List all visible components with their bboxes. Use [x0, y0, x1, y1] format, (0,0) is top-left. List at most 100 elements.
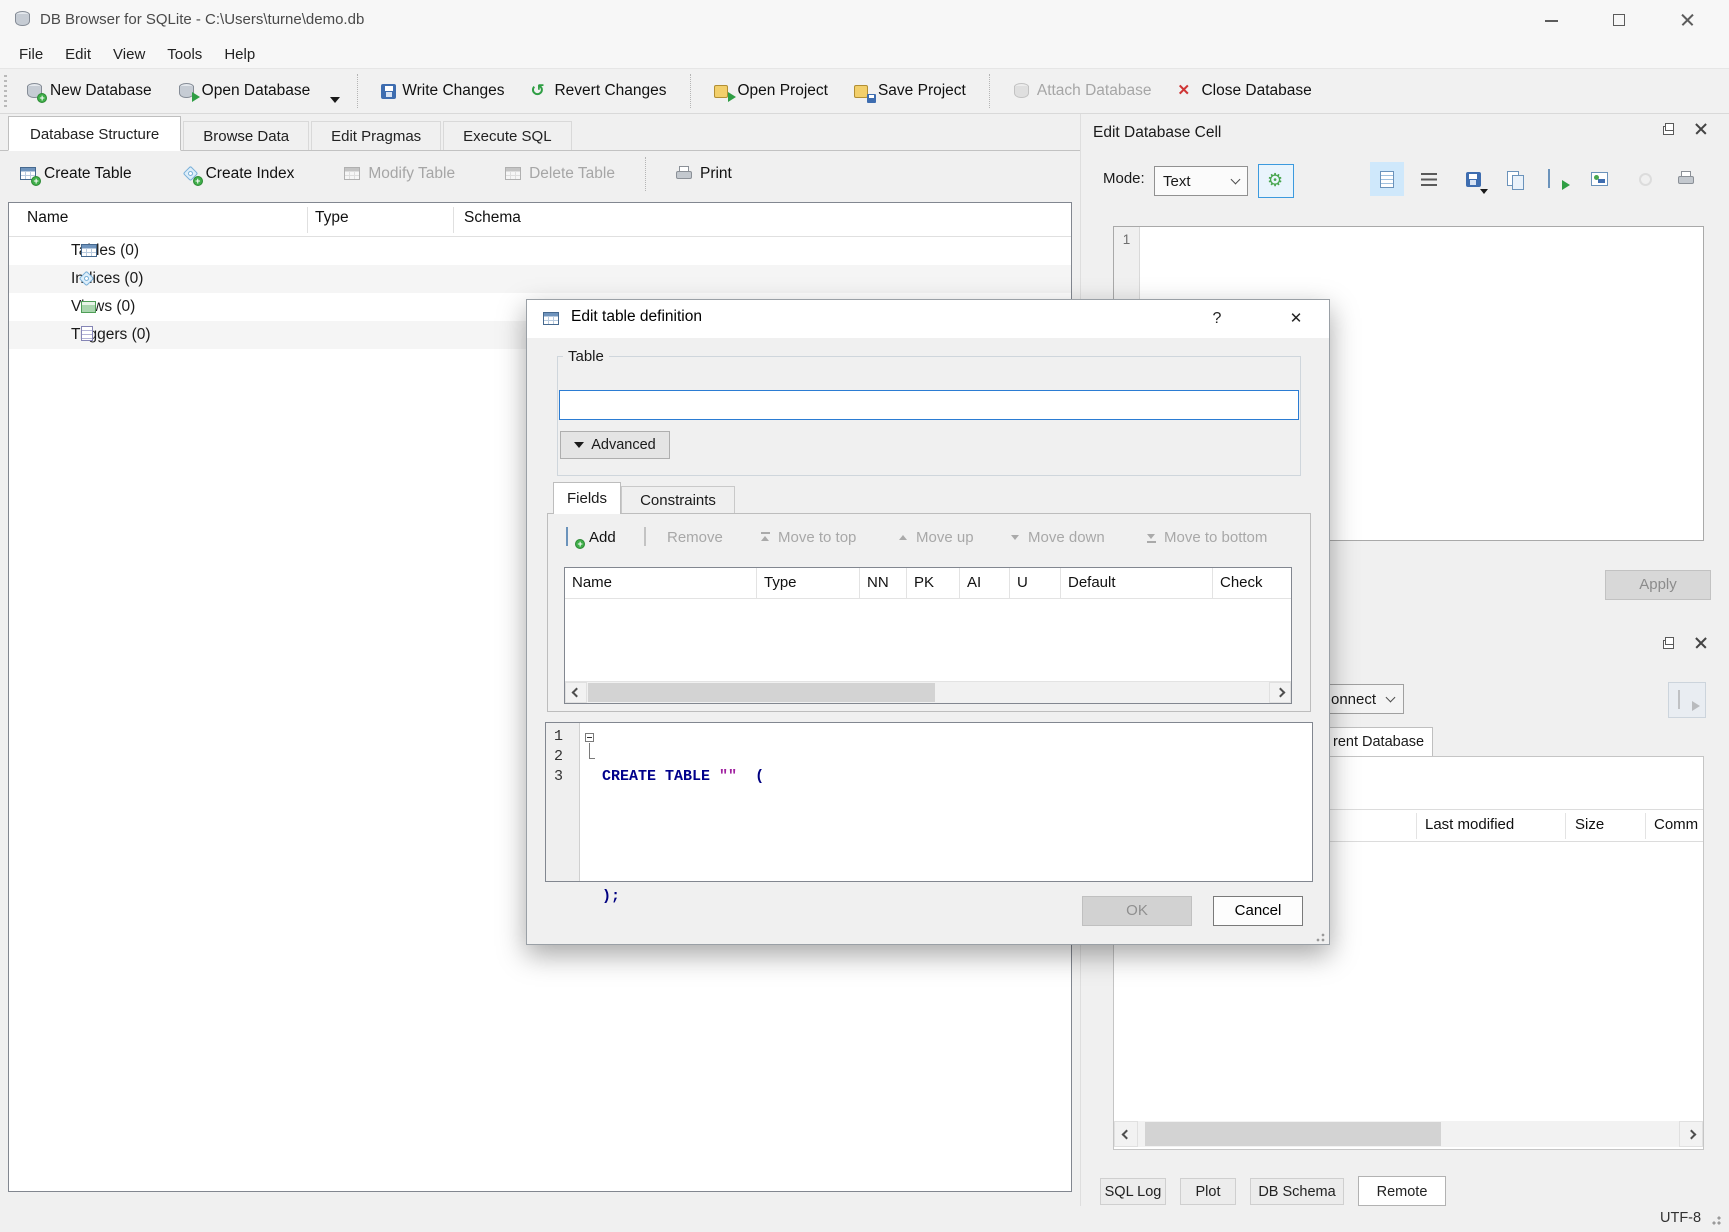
remove-field-button[interactable]: Remove	[644, 525, 723, 549]
toolbar-drag-handle[interactable]	[4, 75, 7, 107]
tab-execute-sql[interactable]: Execute SQL	[443, 121, 571, 150]
auto-switch-mode-button[interactable]	[1258, 164, 1294, 198]
scrollbar-thumb[interactable]	[588, 683, 935, 702]
tree-column-name[interactable]: Name	[27, 209, 68, 227]
col-default[interactable]: Default	[1061, 568, 1213, 598]
create-index-button[interactable]: Create Index	[168, 156, 309, 192]
triangle-down-icon	[574, 442, 584, 448]
move-down-button[interactable]: Move down	[1010, 525, 1105, 549]
mode-select[interactable]: Text	[1154, 166, 1248, 196]
tree-column-type[interactable]: Type	[315, 209, 349, 227]
cancel-button[interactable]: Cancel	[1213, 896, 1303, 926]
table-icon	[543, 310, 561, 328]
col-ai[interactable]: AI	[960, 568, 1010, 598]
import-cell-button[interactable]	[1456, 162, 1490, 196]
dock-tab-plot[interactable]: Plot	[1180, 1178, 1236, 1205]
minimize-button[interactable]	[1528, 0, 1576, 40]
copy-cell-button[interactable]	[1498, 162, 1532, 196]
ok-button[interactable]: OK	[1082, 896, 1192, 926]
scroll-right-button[interactable]	[1679, 1121, 1703, 1147]
dialog-resize-grip[interactable]	[1313, 930, 1325, 942]
cell-panel-float-button[interactable]	[1660, 122, 1686, 144]
dock-tab-sql-log[interactable]: SQL Log	[1100, 1178, 1166, 1205]
close-database-button[interactable]: Close Database	[1164, 73, 1324, 109]
dialog-titlebar[interactable]: Edit table definition ? ✕	[527, 300, 1329, 338]
export-cell-button[interactable]	[1540, 162, 1574, 196]
revert-changes-button[interactable]: Revert Changes	[517, 73, 679, 109]
tree-row-tables[interactable]: Tables (0)	[9, 237, 1071, 265]
dialog-tab-constraints[interactable]: Constraints	[621, 486, 735, 514]
remote-panel-close-button[interactable]	[1692, 634, 1718, 656]
remote-push-button[interactable]	[1668, 682, 1706, 718]
modify-table-button[interactable]: Modify Table	[330, 156, 469, 192]
print-button[interactable]: Print	[662, 156, 746, 192]
move-up-button[interactable]: Move up	[898, 525, 974, 549]
menu-help[interactable]: Help	[213, 41, 266, 68]
col-check[interactable]: Check	[1213, 568, 1291, 598]
move-to-bottom-button[interactable]: Move to bottom	[1146, 525, 1267, 549]
delete-table-button[interactable]: Delete Table	[491, 156, 629, 192]
tab-edit-pragmas[interactable]: Edit Pragmas	[311, 121, 441, 150]
move-to-top-button[interactable]: Move to top	[760, 525, 856, 549]
revert-changes-icon	[530, 82, 548, 100]
save-project-button[interactable]: Save Project	[841, 73, 979, 109]
create-table-button[interactable]: Create Table	[6, 156, 146, 192]
remote-tab-current-database[interactable]: rent Database	[1327, 727, 1433, 757]
dropdown-arrow-icon	[1480, 189, 1488, 194]
scrollbar-thumb[interactable]	[1145, 1122, 1441, 1146]
index-tag-icon	[45, 270, 63, 288]
remote-column-commit[interactable]: Comm	[1654, 816, 1698, 833]
resize-grip[interactable]	[1708, 1212, 1722, 1226]
open-database-button[interactable]: Open Database	[165, 73, 324, 109]
remote-panel-float-button[interactable]	[1660, 636, 1686, 658]
dock-tab-remote[interactable]: Remote	[1358, 1176, 1446, 1206]
new-database-button[interactable]: New Database	[13, 73, 165, 109]
encoding-indicator[interactable]: UTF-8	[1660, 1210, 1701, 1226]
close-database-icon	[1177, 82, 1195, 100]
remote-column-size[interactable]: Size	[1575, 816, 1604, 833]
save-project-icon	[854, 82, 872, 100]
menu-edit[interactable]: Edit	[54, 41, 102, 68]
table-name-input[interactable]	[559, 390, 1299, 420]
apply-button[interactable]: Apply	[1605, 570, 1711, 600]
col-pk[interactable]: PK	[907, 568, 960, 598]
tab-database-structure[interactable]: Database Structure	[8, 116, 181, 151]
tree-row-indices[interactable]: Indices (0)	[9, 265, 1071, 293]
advanced-toggle-button[interactable]: Advanced	[560, 431, 670, 459]
tree-column-schema[interactable]: Schema	[464, 209, 521, 227]
tab-browse-data[interactable]: Browse Data	[183, 121, 309, 150]
col-u[interactable]: U	[1010, 568, 1061, 598]
open-in-external-button[interactable]	[1582, 162, 1616, 196]
fields-horizontal-scrollbar[interactable]	[565, 681, 1291, 703]
dock-tab-db-schema[interactable]: DB Schema	[1250, 1178, 1344, 1205]
remote-column-last-modified[interactable]: Last modified	[1425, 816, 1514, 833]
table-icon	[45, 242, 63, 260]
word-wrap-button[interactable]	[1412, 162, 1446, 196]
document-icon	[1380, 171, 1394, 188]
menu-view[interactable]: View	[102, 41, 156, 68]
col-name[interactable]: Name	[565, 568, 757, 598]
cell-panel-close-button[interactable]	[1692, 120, 1718, 142]
open-project-button[interactable]: Open Project	[701, 73, 841, 109]
col-type[interactable]: Type	[757, 568, 860, 598]
attach-database-button[interactable]: Attach Database	[1000, 73, 1165, 109]
fold-marker-icon[interactable]	[585, 733, 594, 742]
dialog-help-button[interactable]: ?	[1199, 304, 1235, 334]
dialog-tab-fields[interactable]: Fields	[553, 482, 621, 514]
menu-tools[interactable]: Tools	[156, 41, 213, 68]
null-cell-button[interactable]	[1628, 162, 1662, 196]
dialog-close-button[interactable]: ✕	[1275, 304, 1317, 334]
text-mode-button[interactable]	[1370, 162, 1404, 196]
scroll-left-button[interactable]	[1114, 1121, 1138, 1147]
close-button[interactable]	[1664, 0, 1712, 40]
menu-file[interactable]: File	[8, 41, 54, 68]
col-nn[interactable]: NN	[860, 568, 907, 598]
maximize-button[interactable]	[1596, 0, 1644, 40]
write-changes-button[interactable]: Write Changes	[368, 73, 517, 109]
open-database-dropdown[interactable]	[323, 73, 347, 109]
add-field-button[interactable]: Add	[566, 525, 616, 549]
scroll-right-button[interactable]	[1269, 682, 1291, 703]
remote-horizontal-scrollbar[interactable]	[1114, 1121, 1703, 1147]
scroll-left-button[interactable]	[565, 682, 587, 703]
print-cell-button[interactable]	[1670, 162, 1704, 196]
